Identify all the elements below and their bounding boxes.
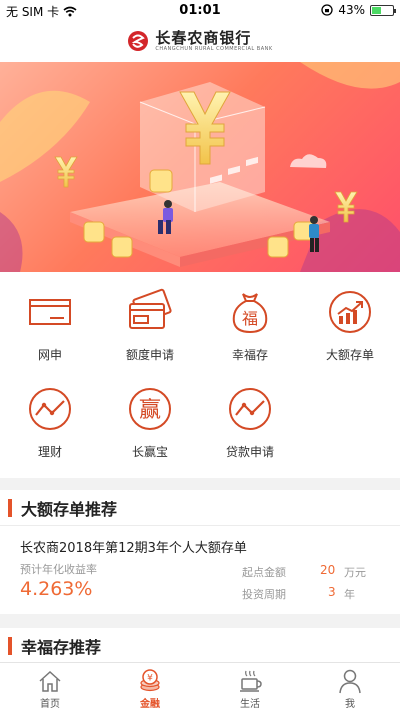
logo-chinese: 长春农商银行	[155, 29, 252, 47]
rate-value: 4.263%	[20, 578, 93, 600]
service-label: 长赢宝	[131, 445, 168, 459]
service-label: 贷款申请	[225, 445, 274, 459]
svg-text:¥: ¥	[147, 674, 153, 684]
wave-chart-icon	[29, 388, 71, 430]
tab-label: 我	[345, 699, 355, 710]
happy-deposit-section: 幸福存推荐	[0, 628, 400, 664]
battery-percent: 43%	[338, 3, 365, 17]
wave-chart-icon	[229, 388, 271, 430]
ying-icon: 赢	[129, 388, 171, 430]
service-label: 额度申请	[125, 348, 174, 362]
tab-label: 首页	[40, 699, 60, 710]
tab-label: 生活	[240, 699, 260, 710]
coin-stack-icon: ¥	[140, 669, 160, 692]
service-label: 网申	[37, 348, 62, 362]
service-grid: 网申 额度申请 福 幸福存 大额存单 理财 赢 长赢宝 贷款申请	[0, 272, 400, 478]
service-changying[interactable]: 赢 长赢宝	[100, 369, 200, 465]
section-header: 幸福存推荐	[0, 628, 400, 664]
trend-up-icon	[329, 291, 371, 333]
banner-illustration	[0, 62, 400, 272]
fu-bag-icon: 福	[232, 293, 268, 334]
person-icon	[339, 669, 361, 694]
service-happy-deposit[interactable]: 福 幸福存	[200, 272, 300, 368]
tab-life[interactable]: 生活	[200, 663, 300, 710]
bank-card-icon	[129, 288, 172, 329]
product-name: 长农商2018年第12期3年个人大额存单	[20, 541, 247, 556]
battery-icon	[370, 4, 396, 16]
service-wealth[interactable]: 理财	[0, 369, 100, 465]
section-accent-bar	[8, 498, 12, 517]
rotation-lock-icon	[321, 4, 333, 16]
service-label: 大额存单	[325, 348, 374, 362]
service-credit-apply[interactable]: 额度申请	[100, 272, 200, 368]
home-icon	[39, 670, 61, 692]
bottom-tab-bar: 首页 ¥ 金融 生活 我	[0, 662, 400, 710]
term-unit: 年	[344, 588, 355, 601]
term-value: 3	[328, 585, 336, 599]
service-label: 幸福存	[231, 348, 268, 362]
service-large-deposit[interactable]: 大额存单	[300, 272, 400, 368]
min-amount-unit: 万元	[344, 566, 366, 579]
rate-label: 预计年化收益率	[20, 563, 97, 576]
service-label: 理财	[37, 445, 62, 459]
tab-label: 金融	[140, 699, 160, 710]
status-bar: 无 SIM 卡 01:01 43%	[0, 0, 400, 20]
tab-home[interactable]: 首页	[0, 663, 100, 710]
svg-text:赢: 赢	[139, 398, 161, 423]
coffee-cup-icon	[240, 670, 262, 692]
logo-text: 长春农商银行 CHANGCHUN RURAL COMMERCIAL BANK	[155, 30, 272, 52]
app-header: 长春农商银行 CHANGCHUN RURAL COMMERCIAL BANK	[0, 20, 400, 62]
min-amount-value: 20	[320, 563, 336, 577]
section-title: 大额存单推荐	[21, 499, 118, 519]
card-window-icon	[29, 299, 71, 325]
min-amount-label: 起点金额	[242, 566, 286, 579]
service-loan-apply[interactable]: 贷款申请	[200, 369, 300, 465]
status-right: 43%	[321, 3, 396, 17]
section-accent-bar	[8, 637, 12, 655]
section-header: 大额存单推荐	[0, 490, 400, 526]
tab-me[interactable]: 我	[300, 663, 400, 710]
service-online-apply[interactable]: 网申	[0, 272, 100, 368]
logo-english: CHANGCHUN RURAL COMMERCIAL BANK	[155, 46, 273, 52]
tab-finance[interactable]: ¥ 金融	[100, 663, 200, 710]
svg-text:福: 福	[242, 309, 258, 328]
section-title: 幸福存推荐	[21, 638, 102, 657]
bank-logo-icon	[128, 31, 149, 51]
term-label: 投资周期	[242, 588, 286, 601]
large-deposit-section: 大额存单推荐 长农商2018年第12期3年个人大额存单 预计年化收益率 4.26…	[0, 490, 400, 614]
promo-banner[interactable]	[0, 62, 400, 272]
